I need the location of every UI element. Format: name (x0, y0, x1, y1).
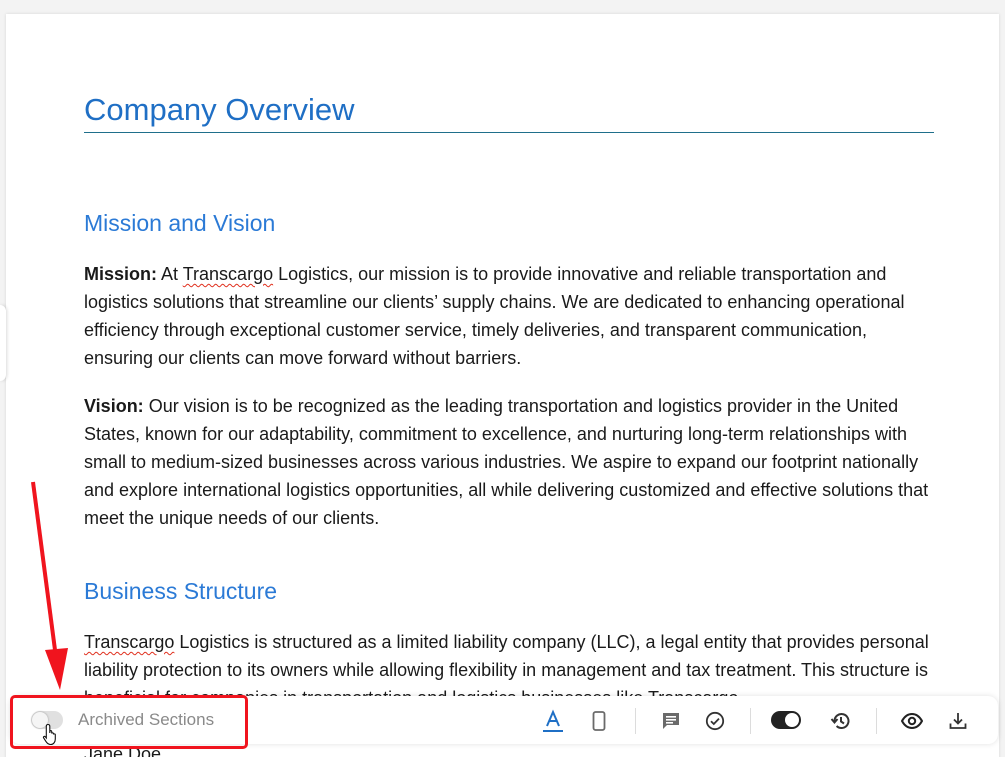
viewport: Company Overview Mission and Vision Miss… (0, 0, 1005, 757)
hand-cursor-icon (42, 723, 56, 746)
annotation-arrow-icon (31, 481, 68, 690)
